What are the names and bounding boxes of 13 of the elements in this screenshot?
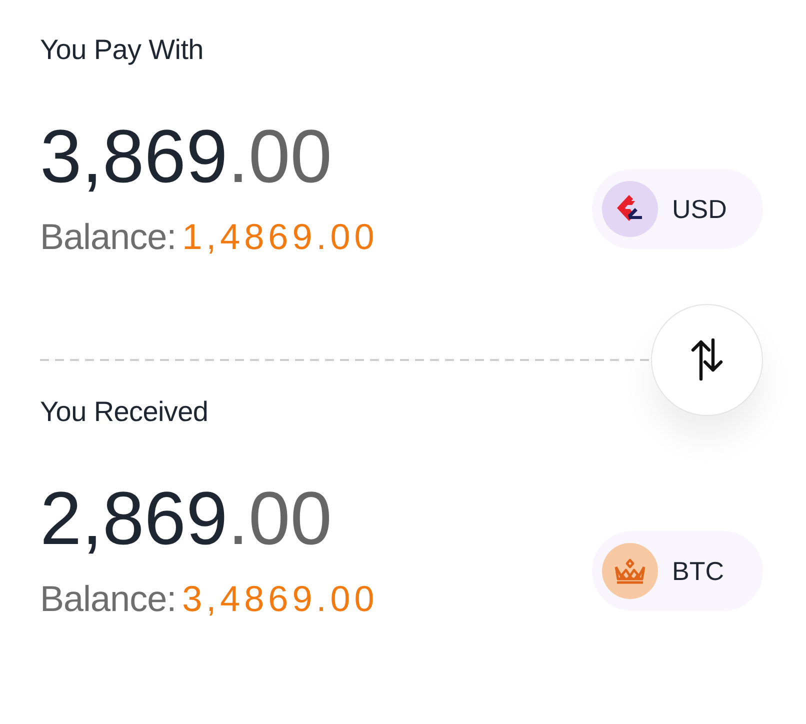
amount-text: 2,869.00 xyxy=(40,478,333,558)
balance-value: 1,4869.00 xyxy=(182,215,378,259)
amount-text: 3,869.00 xyxy=(40,116,333,196)
balance-label: Balance: xyxy=(40,577,176,621)
currency-selector[interactable]: USD xyxy=(592,169,763,249)
section-title: You Pay With xyxy=(40,33,204,67)
chevron-logo-icon xyxy=(602,181,658,237)
crown-icon xyxy=(602,543,658,599)
up-down-arrows-icon xyxy=(690,338,724,382)
section-title: You Received xyxy=(40,395,210,429)
balance-label: Balance: xyxy=(40,215,176,259)
balance-value: 3,4869.00 xyxy=(182,577,378,621)
currency-selector[interactable]: BTC xyxy=(592,531,763,611)
